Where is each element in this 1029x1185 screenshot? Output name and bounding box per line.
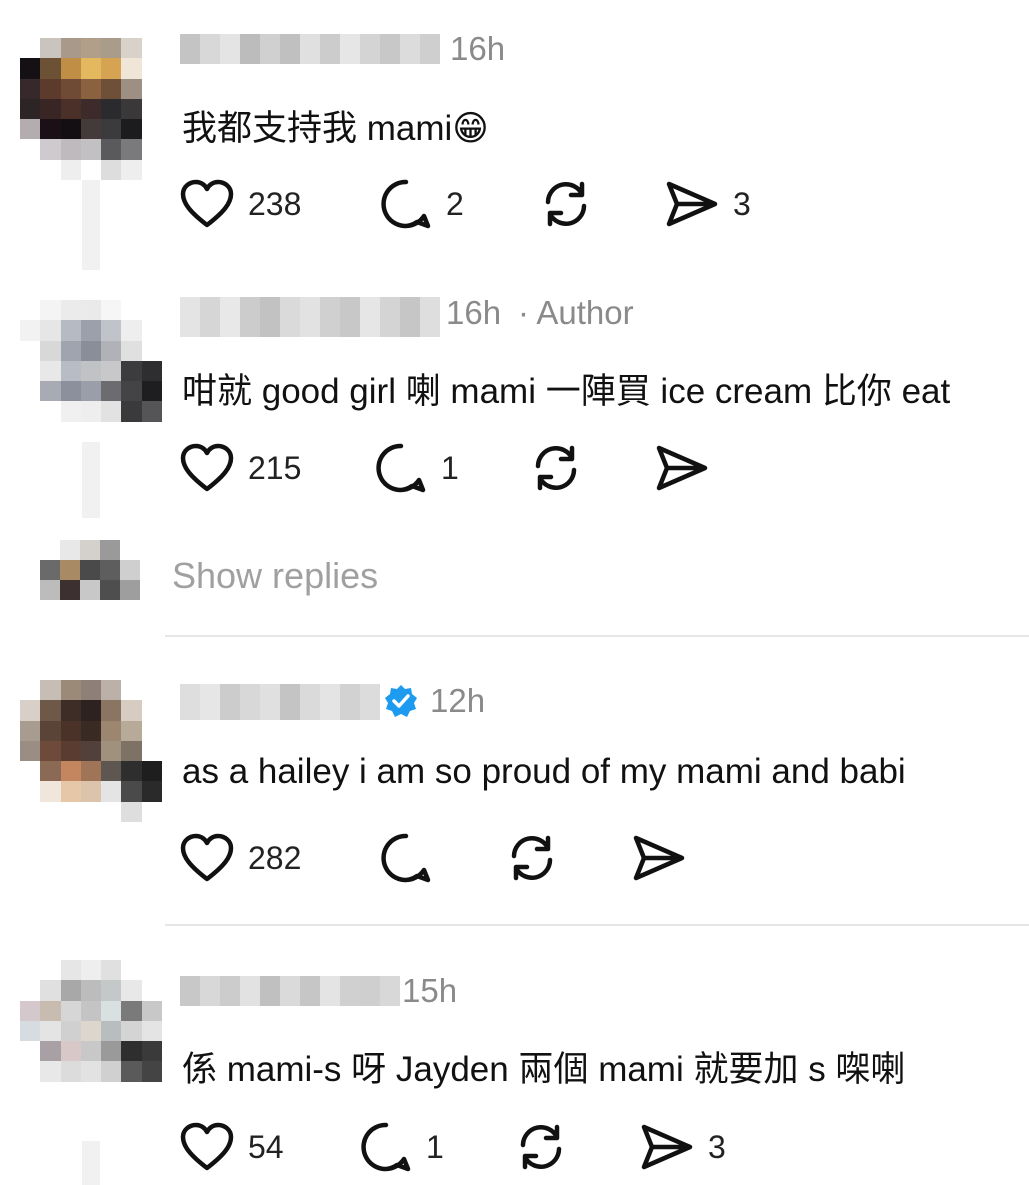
username-redacted[interactable] xyxy=(180,295,440,337)
reply-count: 2 xyxy=(446,185,464,222)
share-button[interactable]: 3 xyxy=(640,1119,726,1175)
timestamp: 12h xyxy=(430,682,486,719)
repost-icon xyxy=(520,1124,562,1170)
like-button[interactable]: 282 xyxy=(180,830,301,886)
like-button[interactable]: 238 xyxy=(180,176,301,232)
comment-text: as a hailey i am so proud of my mami and… xyxy=(182,752,906,791)
share-icon xyxy=(656,445,708,491)
reply-button[interactable] xyxy=(380,830,432,886)
reply-count: 1 xyxy=(441,449,459,486)
reply-count: 1 xyxy=(426,1128,444,1165)
timestamp: 15h xyxy=(402,972,458,1009)
comment-text: 係 mami-s 呀 Jayden 兩個 mami 就要加 s 㗎喇 xyxy=(182,1050,906,1089)
comment-icon xyxy=(381,833,431,883)
show-replies-link[interactable]: Show replies xyxy=(172,555,378,597)
comment-text: 我都支持我 mami😁 xyxy=(182,109,489,148)
share-icon xyxy=(641,1124,693,1170)
like-count: 282 xyxy=(248,839,302,876)
timestamp: 16h xyxy=(450,30,506,67)
like-button[interactable]: 215 xyxy=(180,440,301,496)
comment-3: 12h as a hailey i am so proud of my mami… xyxy=(0,636,1029,926)
timestamp: 16h xyxy=(446,294,502,331)
heart-icon xyxy=(180,179,234,228)
share-button[interactable] xyxy=(632,830,686,886)
username-redacted[interactable] xyxy=(180,682,380,720)
share-count: 3 xyxy=(733,185,751,222)
reply-button[interactable]: 1 xyxy=(360,1119,444,1175)
share-button[interactable] xyxy=(655,440,709,496)
share-count: 3 xyxy=(708,1128,726,1165)
repost-icon xyxy=(545,181,587,227)
thread-line xyxy=(82,1141,100,1185)
repost-button[interactable] xyxy=(515,1119,567,1175)
repost-button[interactable] xyxy=(506,830,558,886)
repost-icon xyxy=(511,835,553,881)
heart-icon xyxy=(180,833,234,882)
like-button[interactable]: 54 xyxy=(180,1119,284,1175)
heart-icon xyxy=(180,1122,234,1171)
reply-button[interactable]: 1 xyxy=(375,440,459,496)
comment-2: 16h · Author 咁就 good girl 喇 mami 一陣買 ice… xyxy=(0,270,1029,635)
like-count: 238 xyxy=(248,185,302,222)
reply-button[interactable]: 2 xyxy=(380,176,464,232)
username-redacted[interactable] xyxy=(180,974,400,1010)
repost-button[interactable] xyxy=(530,440,582,496)
avatar[interactable] xyxy=(20,680,162,822)
avatar[interactable] xyxy=(20,300,162,442)
share-button[interactable]: 3 xyxy=(665,176,751,232)
verified-badge-icon xyxy=(385,685,417,717)
comment-text: 咁就 good girl 喇 mami 一陣買 ice cream 比你 eat xyxy=(182,372,951,411)
share-icon xyxy=(666,181,718,227)
reply-avatars xyxy=(40,540,140,600)
avatar[interactable] xyxy=(20,38,162,180)
comment-4: 15h 係 mami-s 呀 Jayden 兩個 mami 就要加 s 㗎喇 5… xyxy=(0,926,1029,1185)
like-count: 215 xyxy=(248,449,302,486)
repost-button[interactable] xyxy=(540,176,592,232)
comment-icon xyxy=(381,179,431,229)
heart-icon xyxy=(180,443,234,492)
share-icon xyxy=(633,835,685,881)
comment-1: 16h 我都支持我 mami😁 238 2 3 xyxy=(0,0,1029,270)
author-tag: · Author xyxy=(518,294,634,331)
comment-icon xyxy=(361,1122,411,1172)
comment-icon xyxy=(376,443,426,493)
avatar[interactable] xyxy=(20,960,162,1102)
username-redacted[interactable] xyxy=(180,32,440,68)
thread-line xyxy=(82,438,100,518)
like-count: 54 xyxy=(248,1128,284,1165)
repost-icon xyxy=(535,445,577,491)
